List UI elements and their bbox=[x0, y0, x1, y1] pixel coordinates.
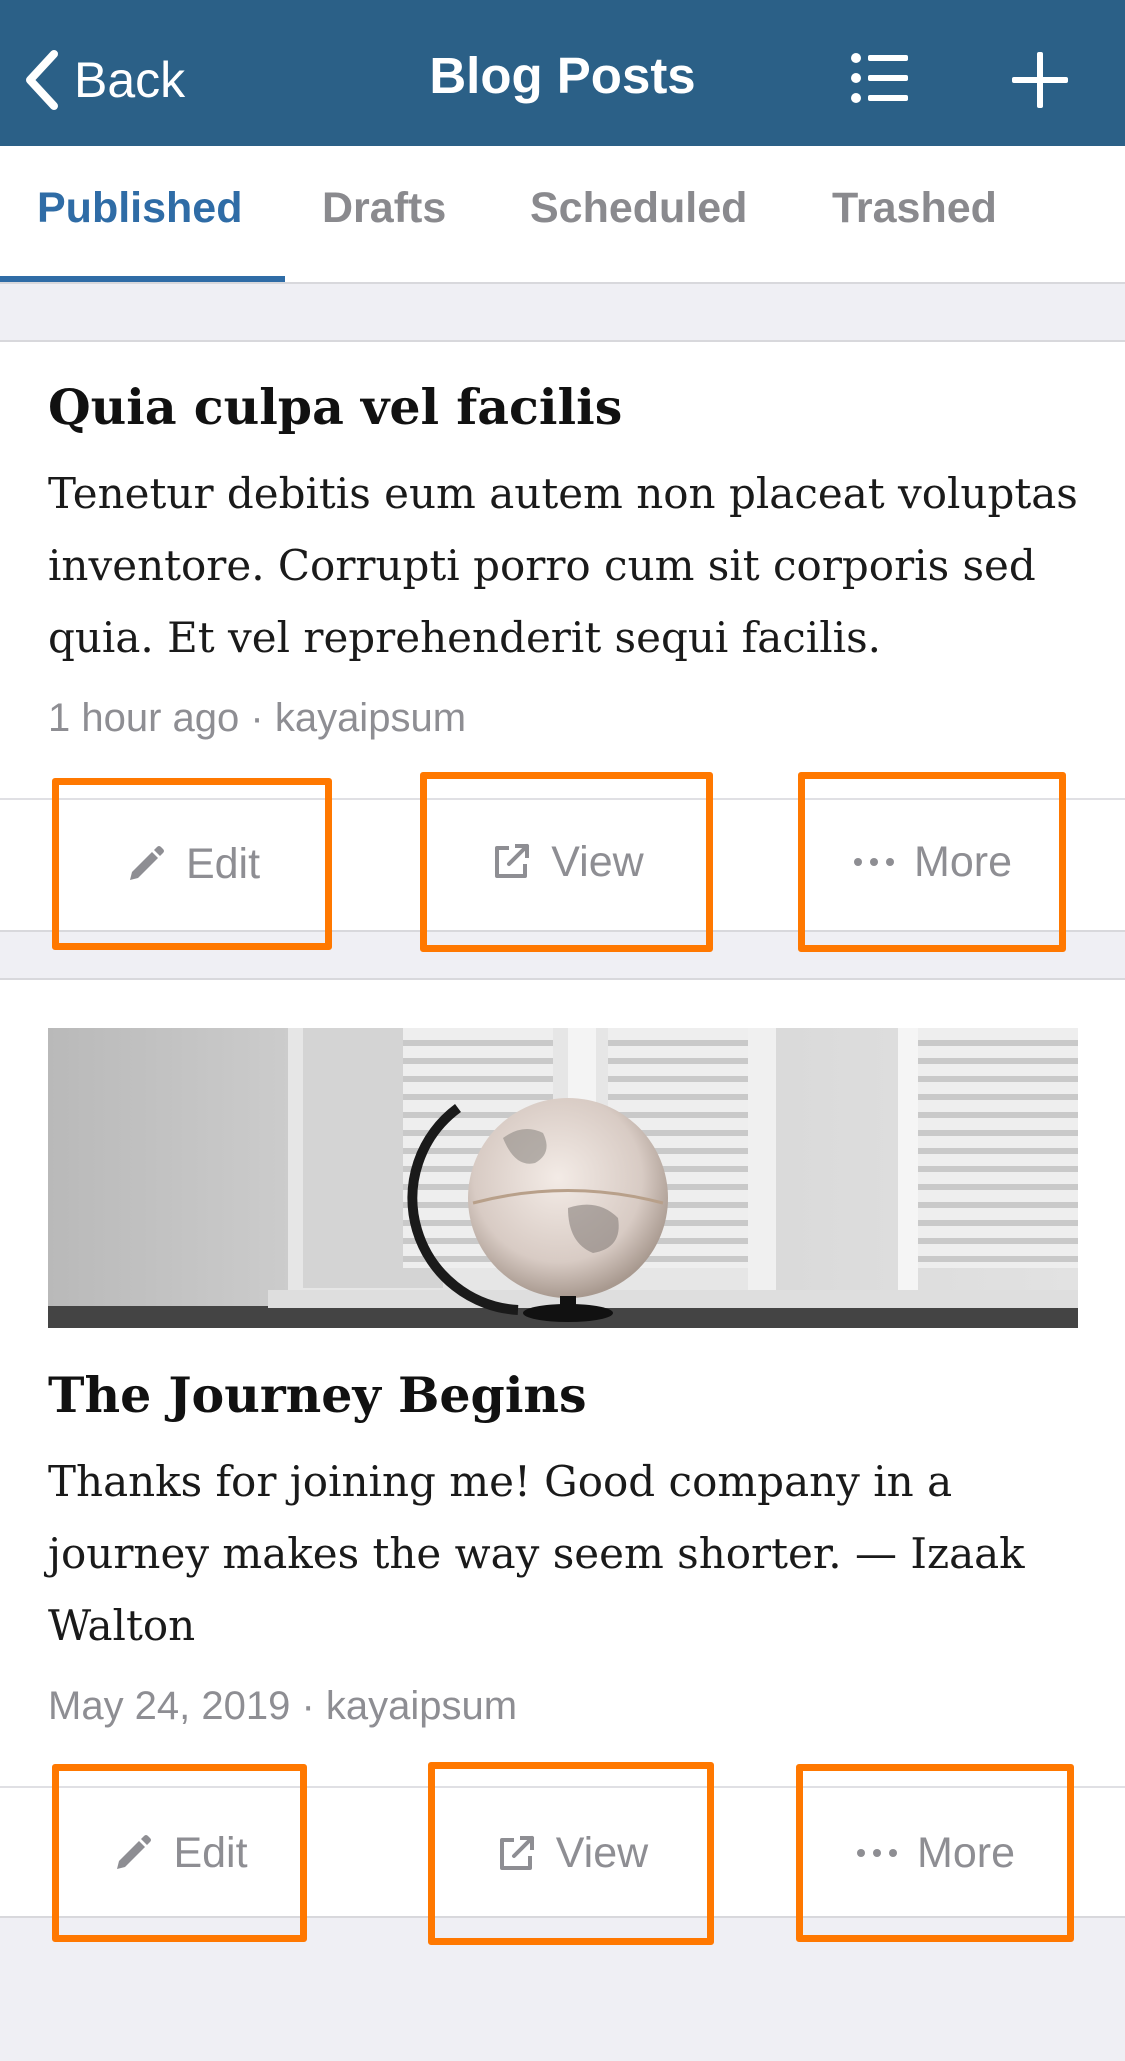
pencil-icon bbox=[129, 846, 164, 880]
ellipsis-icon bbox=[854, 858, 895, 866]
active-tab-indicator bbox=[0, 276, 285, 282]
post-title[interactable]: The Journey Begins bbox=[48, 1366, 587, 1424]
chevron-left-icon bbox=[26, 50, 58, 110]
external-link-icon bbox=[499, 1835, 534, 1870]
back-label: Back bbox=[74, 52, 186, 108]
view-label: View bbox=[551, 837, 644, 886]
view-label: View bbox=[555, 1829, 649, 1877]
edit-button[interactable]: Edit bbox=[52, 1764, 307, 1942]
post-card[interactable]: Quia culpa vel facilis Tenetur debitis e… bbox=[0, 340, 1125, 952]
post-excerpt: Thanks for joining me! Good company in a… bbox=[48, 1457, 1025, 1650]
external-link-icon bbox=[495, 844, 530, 878]
post-status-tabs: Published Drafts Scheduled Trashed bbox=[0, 146, 1125, 284]
post-excerpt: Tenetur debitis eum autem non placeat vo… bbox=[48, 469, 1078, 662]
tab-drafts[interactable]: Drafts bbox=[322, 184, 446, 233]
view-button[interactable]: View bbox=[428, 1762, 714, 1945]
more-label: More bbox=[914, 837, 1012, 886]
tab-scheduled[interactable]: Scheduled bbox=[530, 184, 747, 233]
tab-trashed[interactable]: Trashed bbox=[832, 184, 997, 233]
navigation-bar: Back Blog Posts bbox=[0, 0, 1125, 146]
post-meta: 1 hour ago · kayaipsum bbox=[48, 696, 467, 740]
post-meta: May 24, 2019 · kayaipsum bbox=[48, 1684, 518, 1728]
featured-image bbox=[48, 1028, 1078, 1328]
post-title[interactable]: Quia culpa vel facilis bbox=[48, 378, 622, 436]
more-button[interactable]: More bbox=[796, 1764, 1074, 1942]
pencil-icon bbox=[117, 1835, 152, 1869]
edit-label: Edit bbox=[185, 839, 261, 888]
ellipsis-icon bbox=[857, 1849, 898, 1857]
back-button[interactable]: Back bbox=[22, 40, 185, 120]
tab-published[interactable]: Published bbox=[37, 184, 242, 233]
edit-button[interactable]: Edit bbox=[52, 778, 332, 950]
post-card[interactable]: The Journey Begins Thanks for joining me… bbox=[0, 978, 1125, 1945]
list-icon[interactable] bbox=[850, 50, 910, 106]
plus-icon[interactable] bbox=[1010, 50, 1070, 110]
edit-label: Edit bbox=[173, 1828, 248, 1877]
view-button[interactable]: View bbox=[420, 772, 713, 952]
more-button[interactable]: More bbox=[798, 772, 1066, 952]
globe-photo bbox=[48, 1028, 1078, 1328]
more-label: More bbox=[917, 1828, 1015, 1877]
